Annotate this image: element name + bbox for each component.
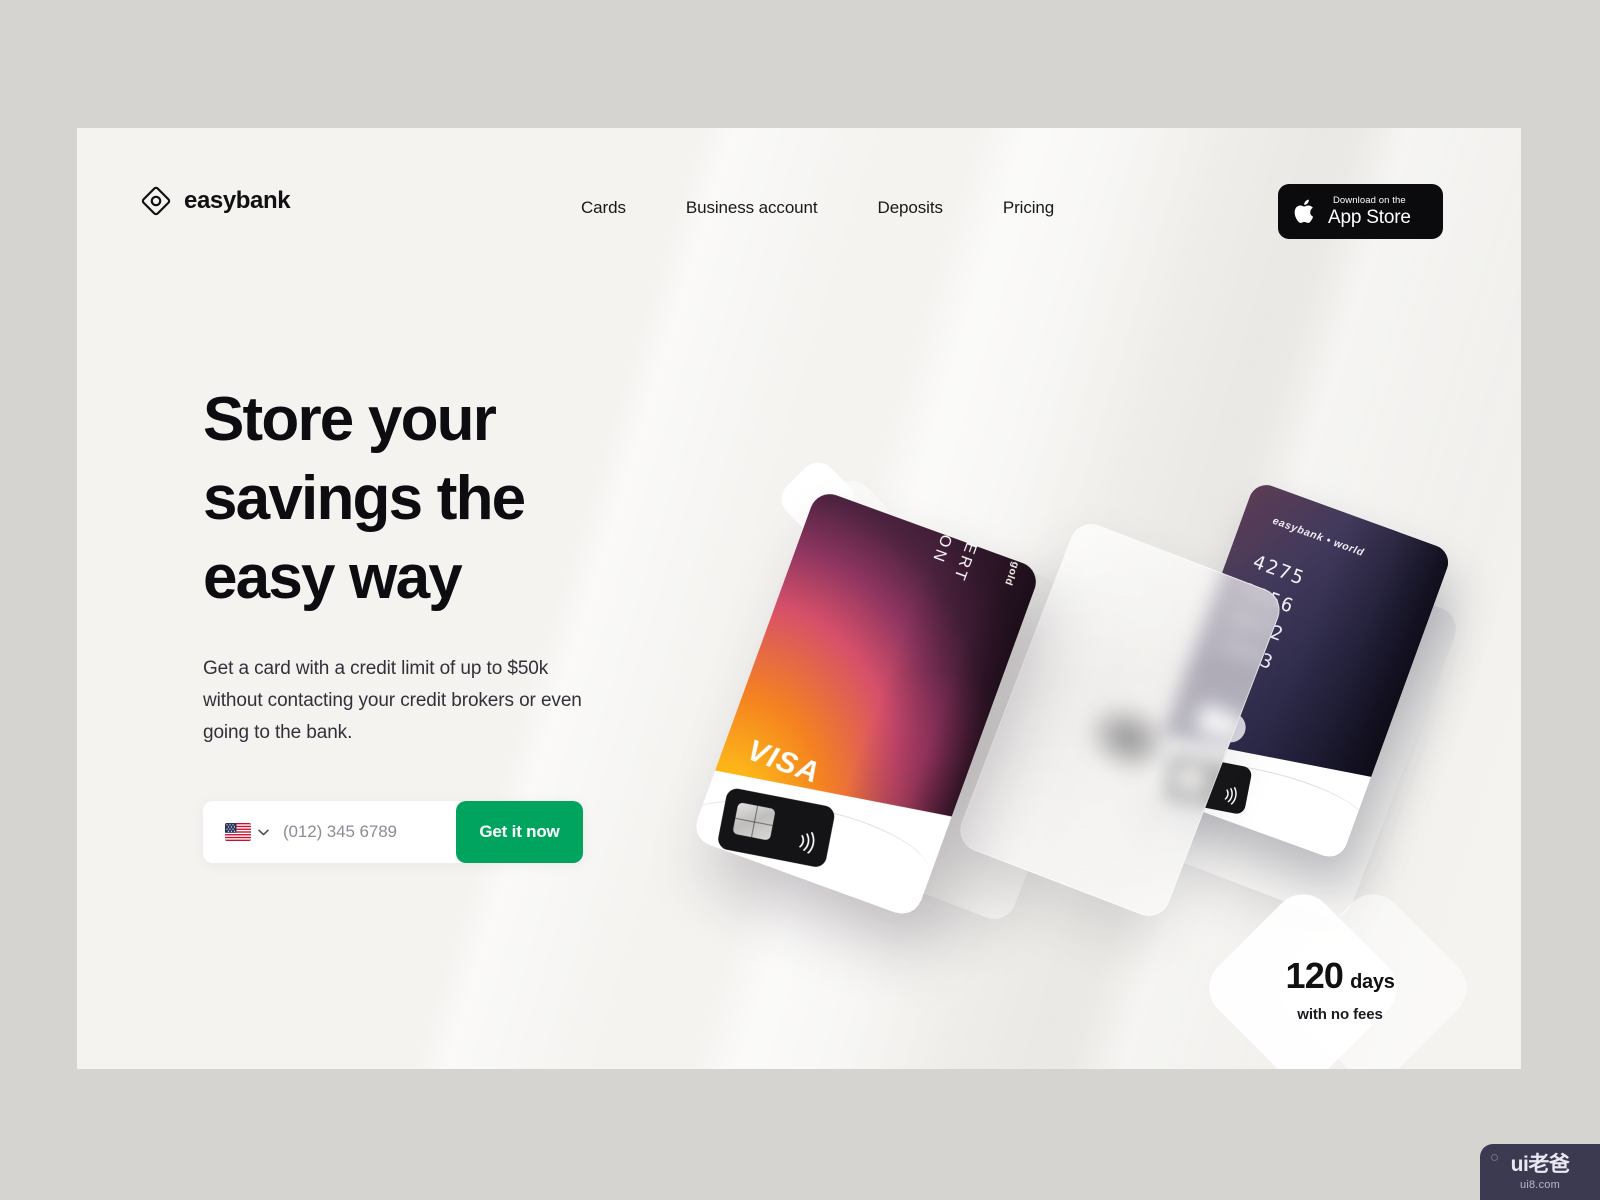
- app-store-big-label: App Store: [1328, 207, 1411, 229]
- hero-copy-column: Store your savings the easy way Get a ca…: [203, 380, 633, 863]
- site-header: easybank Cards Business account Deposits…: [77, 128, 1521, 298]
- main-navigation: Cards Business account Deposits Pricing: [581, 198, 1054, 218]
- app-store-labels: Download on the App Store: [1328, 196, 1411, 228]
- landing-page-panel: easybank Cards Business account Deposits…: [77, 128, 1521, 1069]
- nav-item-business-account[interactable]: Business account: [686, 198, 818, 218]
- badge-unit: days: [1350, 971, 1395, 993]
- nav-item-cards[interactable]: Cards: [581, 198, 626, 218]
- emv-chip-icon: [732, 802, 776, 841]
- diamond-circle-logo-icon: [141, 186, 171, 216]
- screenshot-canvas: easybank Cards Business account Deposits…: [0, 0, 1600, 1200]
- page-title: Store your savings the easy way: [203, 385, 526, 612]
- badge-text-block: 120 days with no fees: [1222, 955, 1458, 1023]
- no-fees-badge: 120 days with no fees: [1196, 881, 1480, 1069]
- apple-icon: [1294, 199, 1314, 223]
- watermark-sub-label: ui8.com: [1520, 1178, 1560, 1191]
- badge-number: 120: [1285, 955, 1344, 996]
- app-store-download-button[interactable]: Download on the App Store: [1278, 184, 1443, 239]
- brand-name: easybank: [184, 187, 291, 214]
- badge-caption: with no fees: [1297, 1006, 1383, 1023]
- app-store-small-label: Download on the: [1332, 194, 1406, 206]
- badge-headline: 120 days: [1222, 955, 1458, 997]
- chevron-down-icon: [258, 829, 269, 835]
- card-artwork-stage: easybank • world 4275 3156 0372 5493: [637, 268, 1521, 1069]
- watermark-dot-icon: [1491, 1154, 1498, 1161]
- us-flag-icon: [225, 823, 251, 841]
- nav-item-deposits[interactable]: Deposits: [878, 198, 943, 218]
- hero-subtitle: Get a card with a credit limit of up to …: [203, 658, 582, 743]
- watermark-main-label: ui老爸: [1510, 1152, 1570, 1176]
- get-it-now-button[interactable]: Get it now: [456, 801, 583, 863]
- nav-item-pricing[interactable]: Pricing: [1003, 198, 1054, 218]
- country-code-select[interactable]: [203, 823, 269, 841]
- ui8-watermark: ui老爸 ui8.com: [1480, 1144, 1600, 1200]
- lead-capture-form: Get it now: [203, 801, 583, 863]
- glass-card-blur-smudge: [1073, 689, 1183, 788]
- contactless-icon: [799, 832, 815, 854]
- brand-logo[interactable]: easybank: [141, 186, 291, 216]
- contactless-icon: [1224, 787, 1237, 805]
